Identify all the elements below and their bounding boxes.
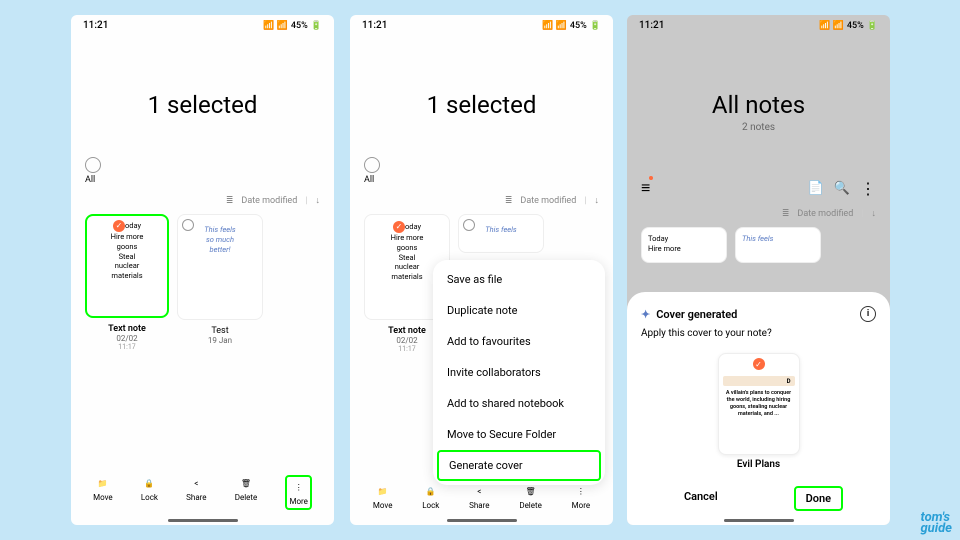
menu-generate-cover[interactable]: Generate cover <box>437 450 601 481</box>
checkbox-icon[interactable] <box>85 157 101 173</box>
sort-icon: ≣ <box>226 196 234 206</box>
page-title: 1 selected <box>350 91 613 119</box>
menu-secure-folder[interactable]: Move to Secure Folder <box>433 419 605 450</box>
context-menu: Save as file Duplicate note Add to favou… <box>433 260 605 485</box>
sheet-text: Apply this cover to your note? <box>641 328 876 339</box>
search-icon[interactable]: 🔍 <box>834 181 850 196</box>
arrow-down-icon: ↓ <box>316 195 321 206</box>
select-all-row[interactable] <box>85 157 334 173</box>
nav-handle[interactable] <box>447 519 517 522</box>
more-button[interactable]: ⋮More <box>572 483 590 510</box>
note-grid: ✓odayHire more goons Steal nuclear mater… <box>71 214 334 351</box>
sparkle-icon: ✦ <box>641 308 650 321</box>
more-icon: ⋮ <box>291 479 307 495</box>
share-button[interactable]: <Share <box>186 475 206 510</box>
info-icon[interactable]: i <box>860 306 876 322</box>
bottom-toolbar: 📁Move 🔒Lock <Share 🗑Delete ⋮More <box>71 475 334 510</box>
time: 11:21 <box>83 20 108 31</box>
lock-button[interactable]: 🔒Lock <box>141 475 158 510</box>
generated-cover[interactable]: ✓ D A villain's plans to conquer the wor… <box>718 353 800 455</box>
page-title: All notes <box>627 91 890 119</box>
screen-3: 11:21📶 📶 45%🔋 All notes 2 notes ≡ 📄 🔍 ⋮ … <box>627 15 890 525</box>
menu-save-file[interactable]: Save as file <box>433 264 605 295</box>
menu-icon[interactable]: ≡ <box>641 178 650 198</box>
delete-button[interactable]: 🗑Delete <box>519 483 542 510</box>
checkbox-icon <box>364 157 380 173</box>
status-bar: 11:21📶 📶 45%🔋 <box>627 15 890 36</box>
note-card-1[interactable]: Today Hire more <box>641 227 727 263</box>
status-bar: 11:21 📶 📶 45%🔋 <box>71 15 334 36</box>
note-card-2[interactable]: This feels <box>735 227 821 263</box>
lock-button[interactable]: 🔒Lock <box>422 483 439 510</box>
note-grid: Today Hire more This feels <box>627 227 890 263</box>
menu-duplicate[interactable]: Duplicate note <box>433 295 605 326</box>
cover-label: Evil Plans <box>641 459 876 470</box>
bottom-toolbar: 📁Move 🔒Lock <Share 🗑Delete ⋮More <box>350 483 613 510</box>
watermark-logo: tom'sguide <box>920 512 952 534</box>
note-count: 2 notes <box>627 122 890 133</box>
bottom-sheet: ✦Cover generatedi Apply this cover to yo… <box>627 292 890 525</box>
menu-collaborators[interactable]: Invite collaborators <box>433 357 605 388</box>
lock-icon: 🔒 <box>141 475 157 491</box>
done-button[interactable]: Done <box>794 486 843 511</box>
screen-2: 11:21📶 📶 45%🔋 1 selected All ≣Date modif… <box>350 15 613 525</box>
sort-row[interactable]: ≣Date modified|↓ <box>85 195 320 206</box>
check-icon: ✓ <box>113 220 125 232</box>
sheet-header: ✦Cover generatedi <box>641 306 876 322</box>
all-label: All <box>85 175 334 185</box>
nav-handle[interactable] <box>168 519 238 522</box>
cancel-button[interactable]: Cancel <box>674 486 728 511</box>
nav-handle[interactable] <box>724 519 794 522</box>
note-card-2[interactable]: This feels so much better! <box>177 214 263 320</box>
folder-icon: 📁 <box>95 475 111 491</box>
select-all-row[interactable] <box>364 157 613 173</box>
pdf-icon[interactable]: 📄 <box>808 181 824 196</box>
status-bar: 11:21📶 📶 45%🔋 <box>350 15 613 36</box>
page-title: 1 selected <box>71 91 334 119</box>
trash-icon: 🗑 <box>238 475 254 491</box>
sort-row[interactable]: ≣Date modified|↓ <box>364 195 599 206</box>
top-toolbar: ≡ 📄 🔍 ⋮ <box>627 178 890 198</box>
status-icons: 📶 📶 45%🔋 <box>263 20 322 31</box>
checkbox-icon <box>182 219 194 231</box>
more-icon[interactable]: ⋮ <box>860 179 876 198</box>
note-card-2[interactable]: This feels <box>458 214 544 253</box>
screen-1: 11:21 📶 📶 45%🔋 1 selected All ≣Date modif… <box>71 15 334 525</box>
move-button[interactable]: 📁Move <box>373 483 393 510</box>
more-button[interactable]: ⋮More <box>285 475 311 510</box>
check-icon: ✓ <box>393 221 405 233</box>
move-button[interactable]: 📁Move <box>93 475 113 510</box>
share-button[interactable]: <Share <box>469 483 489 510</box>
delete-button[interactable]: 🗑Delete <box>235 475 258 510</box>
check-icon: ✓ <box>753 358 765 370</box>
note-card-1[interactable]: ✓odayHire more goons Steal nuclear mater… <box>85 214 169 318</box>
menu-shared-notebook[interactable]: Add to shared notebook <box>433 388 605 419</box>
share-icon: < <box>188 475 204 491</box>
sheet-buttons: Cancel Done <box>641 486 876 511</box>
sort-row[interactable]: ≣Date modified|↓ <box>641 208 876 219</box>
menu-favourites[interactable]: Add to favourites <box>433 326 605 357</box>
